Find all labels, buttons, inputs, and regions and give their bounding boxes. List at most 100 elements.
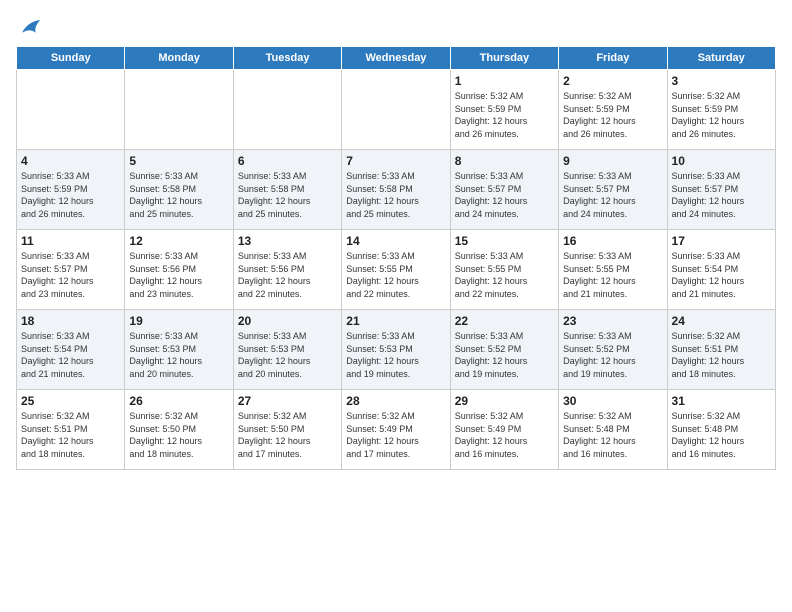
calendar-cell: 22 Sunrise: 5:33 AMSunset: 5:52 PMDayligh…: [450, 310, 558, 390]
day-number: 22: [455, 314, 554, 328]
calendar-body: 1 Sunrise: 5:32 AMSunset: 5:59 PMDaylight…: [17, 70, 776, 470]
day-header-sunday: Sunday: [17, 47, 125, 70]
calendar-cell: [342, 70, 450, 150]
day-info: Sunrise: 5:32 AMSunset: 5:59 PMDaylight:…: [672, 90, 771, 140]
day-info: Sunrise: 5:33 AMSunset: 5:57 PMDaylight:…: [563, 170, 662, 220]
header-row: SundayMondayTuesdayWednesdayThursdayFrid…: [17, 47, 776, 70]
day-info: Sunrise: 5:32 AMSunset: 5:50 PMDaylight:…: [129, 410, 228, 460]
day-number: 6: [238, 154, 337, 168]
day-info: Sunrise: 5:32 AMSunset: 5:49 PMDaylight:…: [455, 410, 554, 460]
calendar-cell: [17, 70, 125, 150]
day-info: Sunrise: 5:33 AMSunset: 5:57 PMDaylight:…: [672, 170, 771, 220]
calendar-cell: [233, 70, 341, 150]
day-number: 13: [238, 234, 337, 248]
calendar-cell: 5Sunrise: 5:33 AMSunset: 5:58 PMDaylight…: [125, 150, 233, 230]
day-number: 10: [672, 154, 771, 168]
calendar-cell: 18 Sunrise: 5:33 AMSunset: 5:54 PMDayligh…: [17, 310, 125, 390]
calendar-cell: 3 Sunrise: 5:32 AMSunset: 5:59 PMDaylight…: [667, 70, 775, 150]
day-number: 3: [672, 74, 771, 88]
day-info: Sunrise: 5:33 AMSunset: 5:55 PMDaylight:…: [346, 250, 445, 300]
calendar-cell: 16Sunrise: 5:33 AMSunset: 5:55 PMDayligh…: [559, 230, 667, 310]
day-info: Sunrise: 5:32 AMSunset: 5:50 PMDaylight:…: [238, 410, 337, 460]
day-info: Sunrise: 5:33 AMSunset: 5:53 PMDaylight:…: [346, 330, 445, 380]
day-info: Sunrise: 5:33 AMSunset: 5:52 PMDaylight:…: [455, 330, 554, 380]
calendar-cell: 26 Sunrise: 5:32 AMSunset: 5:50 PMDayligh…: [125, 390, 233, 470]
day-number: 15: [455, 234, 554, 248]
day-info: Sunrise: 5:33 AMSunset: 5:52 PMDaylight:…: [563, 330, 662, 380]
day-number: 18: [21, 314, 120, 328]
day-number: 27: [238, 394, 337, 408]
calendar-cell: 27 Sunrise: 5:32 AMSunset: 5:50 PMDayligh…: [233, 390, 341, 470]
day-number: 25: [21, 394, 120, 408]
day-info: Sunrise: 5:33 AMSunset: 5:57 PMDaylight:…: [21, 250, 120, 300]
day-info: Sunrise: 5:33 AMSunset: 5:54 PMDaylight:…: [21, 330, 120, 380]
day-number: 2: [563, 74, 662, 88]
calendar-cell: 30 Sunrise: 5:32 AMSunset: 5:48 PMDayligh…: [559, 390, 667, 470]
calendar-cell: 14 Sunrise: 5:33 AMSunset: 5:55 PMDayligh…: [342, 230, 450, 310]
header: [16, 16, 776, 38]
day-header-thursday: Thursday: [450, 47, 558, 70]
day-number: 23: [563, 314, 662, 328]
calendar-cell: 4 Sunrise: 5:33 AMSunset: 5:59 PMDaylight…: [17, 150, 125, 230]
day-number: 30: [563, 394, 662, 408]
day-number: 11: [21, 234, 120, 248]
day-info: Sunrise: 5:32 AMSunset: 5:51 PMDaylight:…: [21, 410, 120, 460]
day-info: Sunrise: 5:32 AMSunset: 5:48 PMDaylight:…: [672, 410, 771, 460]
day-number: 14: [346, 234, 445, 248]
week-row-5: 25 Sunrise: 5:32 AMSunset: 5:51 PMDayligh…: [17, 390, 776, 470]
day-number: 26: [129, 394, 228, 408]
day-info: Sunrise: 5:33 AMSunset: 5:55 PMDaylight:…: [455, 250, 554, 300]
calendar-cell: 10 Sunrise: 5:33 AMSunset: 5:57 PMDayligh…: [667, 150, 775, 230]
day-info: Sunrise: 5:32 AMSunset: 5:59 PMDaylight:…: [455, 90, 554, 140]
day-number: 17: [672, 234, 771, 248]
calendar-cell: 28 Sunrise: 5:32 AMSunset: 5:49 PMDayligh…: [342, 390, 450, 470]
day-number: 31: [672, 394, 771, 408]
day-info: Sunrise: 5:33 AMSunset: 5:55 PMDaylight:…: [563, 250, 662, 300]
day-number: 29: [455, 394, 554, 408]
day-header-tuesday: Tuesday: [233, 47, 341, 70]
day-info: Sunrise: 5:32 AMSunset: 5:51 PMDaylight:…: [672, 330, 771, 380]
calendar-cell: 20Sunrise: 5:33 AMSunset: 5:53 PMDayligh…: [233, 310, 341, 390]
day-number: 20: [238, 314, 337, 328]
calendar-cell: 2Sunrise: 5:32 AMSunset: 5:59 PMDaylight…: [559, 70, 667, 150]
logo-bird-icon: [18, 18, 42, 38]
day-number: 9: [563, 154, 662, 168]
day-info: Sunrise: 5:33 AMSunset: 5:54 PMDaylight:…: [672, 250, 771, 300]
week-row-3: 11 Sunrise: 5:33 AMSunset: 5:57 PMDayligh…: [17, 230, 776, 310]
day-number: 8: [455, 154, 554, 168]
week-row-2: 4 Sunrise: 5:33 AMSunset: 5:59 PMDaylight…: [17, 150, 776, 230]
calendar-cell: 6 Sunrise: 5:33 AMSunset: 5:58 PMDaylight…: [233, 150, 341, 230]
day-number: 4: [21, 154, 120, 168]
calendar-cell: 29 Sunrise: 5:32 AMSunset: 5:49 PMDayligh…: [450, 390, 558, 470]
logo: [16, 20, 42, 38]
day-header-wednesday: Wednesday: [342, 47, 450, 70]
day-info: Sunrise: 5:33 AMSunset: 5:59 PMDaylight:…: [21, 170, 120, 220]
day-number: 28: [346, 394, 445, 408]
day-info: Sunrise: 5:33 AMSunset: 5:53 PMDaylight:…: [129, 330, 228, 380]
day-info: Sunrise: 5:33 AMSunset: 5:58 PMDaylight:…: [346, 170, 445, 220]
day-number: 1: [455, 74, 554, 88]
day-header-saturday: Saturday: [667, 47, 775, 70]
calendar-cell: 19 Sunrise: 5:33 AMSunset: 5:53 PMDayligh…: [125, 310, 233, 390]
week-row-4: 18 Sunrise: 5:33 AMSunset: 5:54 PMDayligh…: [17, 310, 776, 390]
day-info: Sunrise: 5:33 AMSunset: 5:57 PMDaylight:…: [455, 170, 554, 220]
day-info: Sunrise: 5:33 AMSunset: 5:56 PMDaylight:…: [129, 250, 228, 300]
day-info: Sunrise: 5:33 AMSunset: 5:56 PMDaylight:…: [238, 250, 337, 300]
day-info: Sunrise: 5:33 AMSunset: 5:58 PMDaylight:…: [238, 170, 337, 220]
calendar-cell: 8 Sunrise: 5:33 AMSunset: 5:57 PMDaylight…: [450, 150, 558, 230]
calendar-cell: 11 Sunrise: 5:33 AMSunset: 5:57 PMDayligh…: [17, 230, 125, 310]
calendar-cell: 13 Sunrise: 5:33 AMSunset: 5:56 PMDayligh…: [233, 230, 341, 310]
calendar-table: SundayMondayTuesdayWednesdayThursdayFrid…: [16, 46, 776, 470]
calendar-cell: 15 Sunrise: 5:33 AMSunset: 5:55 PMDayligh…: [450, 230, 558, 310]
day-info: Sunrise: 5:32 AMSunset: 5:49 PMDaylight:…: [346, 410, 445, 460]
day-number: 19: [129, 314, 228, 328]
day-number: 12: [129, 234, 228, 248]
calendar-cell: 31 Sunrise: 5:32 AMSunset: 5:48 PMDayligh…: [667, 390, 775, 470]
day-info: Sunrise: 5:33 AMSunset: 5:58 PMDaylight:…: [129, 170, 228, 220]
day-info: Sunrise: 5:32 AMSunset: 5:48 PMDaylight:…: [563, 410, 662, 460]
calendar-cell: 7 Sunrise: 5:33 AMSunset: 5:58 PMDaylight…: [342, 150, 450, 230]
calendar-cell: 25 Sunrise: 5:32 AMSunset: 5:51 PMDayligh…: [17, 390, 125, 470]
calendar-cell: 9 Sunrise: 5:33 AMSunset: 5:57 PMDaylight…: [559, 150, 667, 230]
day-number: 7: [346, 154, 445, 168]
day-header-monday: Monday: [125, 47, 233, 70]
